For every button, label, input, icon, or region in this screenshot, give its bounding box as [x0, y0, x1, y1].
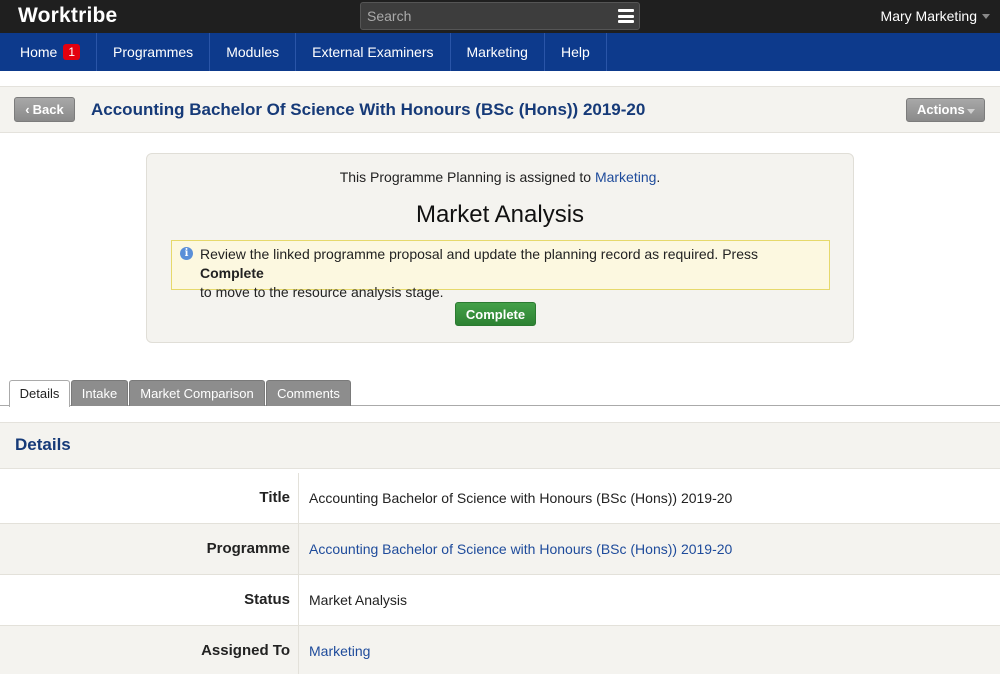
column-divider [298, 575, 299, 625]
detail-value: Market Analysis [309, 592, 408, 608]
tab-comments[interactable]: Comments [266, 380, 351, 406]
page-title: Accounting Bachelor Of Science With Hono… [91, 100, 646, 119]
search-box [360, 2, 640, 30]
assignment-prefix: This Programme Planning is assigned to [339, 169, 595, 185]
nav-item-label: Marketing [466, 44, 528, 60]
brand-name: Worktribe [18, 4, 118, 27]
column-divider [298, 524, 299, 574]
details-heading: Details [15, 435, 71, 454]
tab-details[interactable]: Details [9, 380, 70, 407]
back-button-label: Back [32, 102, 64, 117]
actions-button-label: Actions [917, 102, 965, 117]
nav-item-label: External Examiners [312, 44, 434, 60]
nav-item-home[interactable]: Home 1 [0, 33, 98, 71]
nav-item-label: Home [20, 44, 58, 60]
programme-link[interactable]: Accounting Bachelor of Science with Hono… [309, 524, 732, 574]
detail-label: Title [259, 489, 290, 506]
tab-bar: Details Intake Market Comparison Comment… [0, 380, 1000, 407]
nav-item-help[interactable]: Help [545, 33, 607, 71]
complete-button[interactable]: Complete [455, 302, 536, 326]
chevron-down-icon [967, 109, 975, 114]
detail-label: Assigned To [201, 642, 290, 659]
tab-intake[interactable]: Intake [71, 380, 128, 406]
main-nav: Home 1 Programmes Modules External Examin… [0, 33, 1000, 71]
nav-item-marketing[interactable]: Marketing [451, 33, 545, 71]
user-name: Mary Marketing [880, 8, 977, 24]
nav-item-label: Programmes [113, 44, 194, 60]
info-icon: i [180, 247, 193, 260]
info-text-2: to move to the resource analysis stage. [200, 284, 444, 300]
worktribe-logo[interactable]: Worktribe™ [18, 0, 125, 28]
info-message: i Review the linked programme proposal a… [171, 240, 830, 300]
assignment-suffix: . [656, 169, 661, 185]
assigned-to-value-link[interactable]: Marketing [309, 626, 370, 674]
detail-value: Accounting Bachelor of Science with Hono… [309, 490, 733, 506]
assigned-to-link[interactable]: Marketing [595, 169, 656, 185]
nav-item-modules[interactable]: Modules [210, 33, 297, 71]
nav-item-external-examiners[interactable]: External Examiners [296, 33, 451, 71]
back-button[interactable]: ‹ Back [14, 97, 75, 122]
actions-button[interactable]: Actions [906, 98, 985, 122]
chevron-left-icon: ‹ [25, 102, 30, 117]
column-divider [298, 473, 299, 523]
chevron-down-icon [982, 14, 990, 19]
stage-title: Market Analysis [415, 201, 585, 228]
detail-row-status: Status Market Analysis [0, 575, 1000, 626]
info-bold: Complete [200, 265, 264, 281]
workflow-panel: This Programme Planning is assigned to M… [146, 153, 854, 343]
tab-market-comparison[interactable]: Market Comparison [129, 380, 265, 406]
user-menu[interactable]: Mary Marketing [881, 8, 990, 24]
nav-item-label: Modules [226, 44, 280, 60]
page-header: ‹ Back Accounting Bachelor Of Science Wit… [0, 86, 1000, 133]
detail-label: Programme [206, 540, 290, 557]
column-divider [298, 626, 299, 674]
nav-item-programmes[interactable]: Programmes [97, 33, 211, 71]
top-bar: Worktribe™ Mary Marketing [0, 0, 1000, 33]
details-section-header: Details [0, 422, 1000, 469]
detail-label: Status [244, 591, 290, 608]
assignment-text: This Programme Planning is assigned to M… [147, 169, 853, 185]
search-input[interactable] [361, 3, 611, 29]
detail-row-programme: Programme Accounting Bachelor of Science… [0, 524, 1000, 575]
detail-row-assigned-to: Assigned To Marketing [0, 626, 1000, 674]
hamburger-menu-icon[interactable] [618, 9, 634, 23]
info-text-1: Review the linked programme proposal and… [200, 246, 758, 262]
nav-item-label: Help [560, 44, 590, 60]
trademark-symbol: ™ [117, 0, 125, 4]
detail-row-title: Title Accounting Bachelor of Science wit… [0, 473, 1000, 524]
notification-badge: 1 [63, 44, 81, 60]
